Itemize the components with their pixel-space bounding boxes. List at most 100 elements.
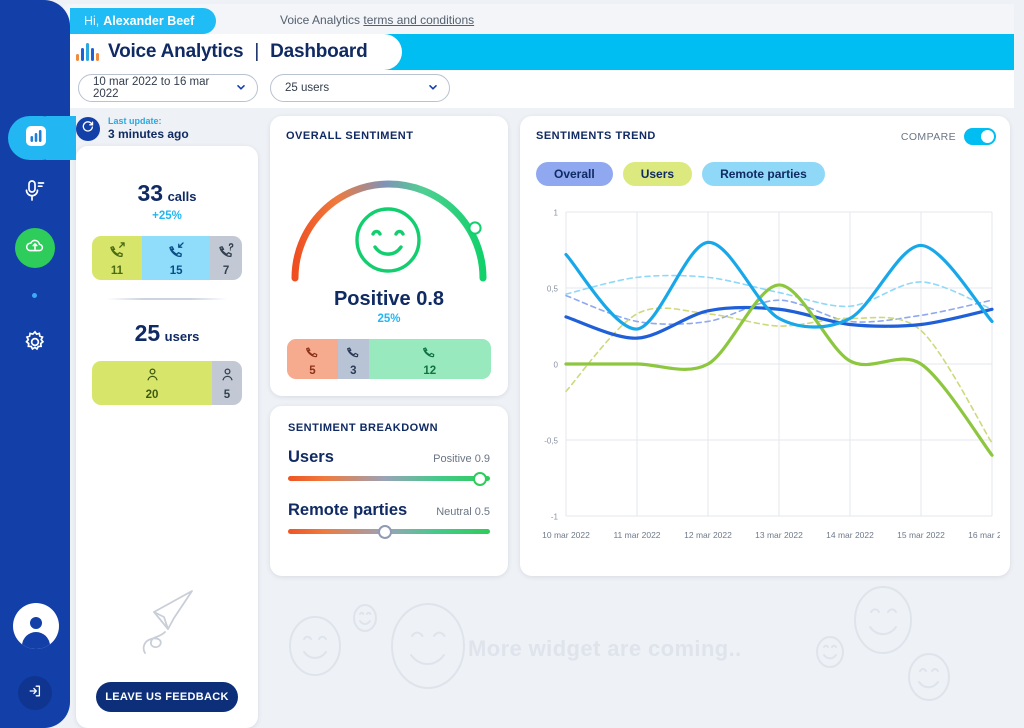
refresh-button[interactable]: [76, 117, 100, 142]
users-total: 25 users: [76, 320, 258, 347]
watermark-text: More widget are coming..: [468, 636, 742, 661]
sidebar-item-analytics[interactable]: [8, 116, 64, 160]
legend-pill-overall[interactable]: Overall: [536, 162, 613, 186]
leave-feedback-button[interactable]: LEAVE US FEEDBACK: [96, 682, 238, 712]
users-select-value: 25 users: [285, 82, 330, 94]
call-missed-icon: [217, 240, 236, 264]
scrollbar-track[interactable]: [1014, 4, 1024, 728]
calls-missed-value: 7: [222, 264, 230, 277]
sentiment-breakdown-card: SENTIMENT BREAKDOWN Users Positive 0.9 R…: [270, 406, 508, 576]
x-axis-tick-label: 10 mar 2022: [542, 530, 590, 540]
y-axis-tick-label: 0,5: [547, 285, 559, 294]
x-axis-tick-label: 16 mar 2022: [968, 530, 1000, 540]
top-bar: Hi, Alexander Beef Voice Analytics terms…: [62, 4, 1024, 34]
sidebar-item-recordings[interactable]: [0, 170, 70, 216]
last-update-value: 3 minutes ago: [108, 127, 189, 142]
users-segment-active[interactable]: 20: [92, 361, 212, 405]
x-axis-tick-label: 13 mar 2022: [755, 530, 803, 540]
user-icon: [144, 366, 161, 388]
calls-total: 33 calls: [76, 180, 258, 207]
users-unit: users: [164, 329, 200, 344]
smiley-outline-icon: [391, 603, 465, 689]
sentiment-calls-negative[interactable]: 5: [287, 339, 338, 379]
breakdown-row-remote-parties: Remote parties Neutral 0.5: [288, 501, 490, 539]
calls-number: 33: [137, 180, 164, 206]
calls-segment-bar: 11 15 7: [92, 236, 242, 280]
audio-bars-icon: [76, 43, 99, 61]
last-update-label: Last update:: [108, 116, 162, 126]
avatar-head: [30, 617, 42, 629]
sentiment-neutral-value: 3: [350, 364, 357, 377]
legend-pill-users[interactable]: Users: [622, 162, 693, 186]
users-segment-inactive[interactable]: 5: [212, 361, 242, 405]
last-update: Last update: 3 minutes ago: [76, 116, 189, 142]
overall-sentiment-card: OVERALL SENTIMENT Positive 0.8 25% 5 3 1…: [270, 116, 508, 396]
sentiment-calls-neutral[interactable]: 3: [338, 339, 369, 379]
calls-outgoing-value: 11: [110, 264, 124, 277]
logout-icon: [27, 683, 43, 704]
terms-prefix: Voice Analytics: [280, 13, 364, 27]
page-title: Dashboard: [270, 41, 368, 62]
users-segment-bar: 20 5: [92, 361, 242, 405]
legend-pill-remote-parties[interactable]: Remote parties: [702, 162, 825, 186]
sidebar-indicator-dot: [32, 293, 37, 298]
gauge-handle[interactable]: [467, 220, 483, 241]
bar-chart-icon: [25, 125, 47, 152]
calls-segment-outgoing[interactable]: 11: [92, 236, 142, 280]
sentiment-calls-positive[interactable]: 12: [368, 339, 491, 379]
terms-link[interactable]: terms and conditions: [363, 13, 474, 27]
call-icon: [304, 342, 321, 364]
avatar-body: [22, 632, 50, 649]
feedback-section: LEAVE US FEEDBACK: [76, 585, 258, 712]
x-axis-tick-label: 12 mar 2022: [684, 530, 732, 540]
breakdown-remote-label: Remote parties: [288, 501, 408, 519]
title-plate: Voice Analytics | Dashboard: [62, 34, 402, 70]
stats-divider: [107, 298, 227, 300]
breakdown-users-slider[interactable]: [288, 471, 490, 486]
x-axis-tick-label: 14 mar 2022: [826, 530, 874, 540]
smiley-outline-icon: [816, 636, 844, 668]
chevron-down-icon: [427, 81, 439, 96]
sentiment-negative-value: 5: [309, 364, 316, 377]
overall-sentiment-title: OVERALL SENTIMENT: [286, 130, 414, 142]
smiley-happy-icon: [344, 196, 432, 289]
breakdown-row-users: Users Positive 0.9: [288, 448, 490, 486]
sentiments-trend-card: SENTIMENTS TREND COMPARE Overall Users R…: [520, 116, 1016, 576]
y-axis-tick-label: 0: [554, 361, 559, 370]
sidebar: [0, 0, 76, 728]
app-name: Voice Analytics: [108, 41, 244, 62]
date-range-select[interactable]: 10 mar 2022 to 16 mar 2022: [78, 74, 258, 102]
users-select[interactable]: 25 users: [270, 74, 450, 102]
calls-unit: calls: [167, 189, 197, 204]
compare-toggle[interactable]: [964, 128, 996, 145]
paper-plane-icon: [124, 585, 210, 668]
sidebar-item-settings[interactable]: [0, 321, 70, 367]
calls-segment-incoming[interactable]: 15: [142, 236, 211, 280]
coming-soon-watermark: More widget are coming..: [260, 578, 1020, 728]
sentiment-calls-bar: 5 3 12: [287, 339, 491, 379]
sidebar-item-upload[interactable]: [15, 228, 55, 268]
breakdown-remote-slider[interactable]: [288, 524, 490, 539]
app-root: Hi, Alexander Beef Voice Analytics terms…: [0, 0, 1024, 728]
logout-button[interactable]: [18, 676, 52, 710]
cloud-upload-icon: [24, 235, 46, 262]
user-icon: [219, 366, 236, 388]
y-axis-tick-label: -0,5: [544, 437, 558, 446]
smiley-outline-icon: [854, 586, 912, 654]
breakdown-remote-knob[interactable]: [377, 524, 392, 539]
terms-and-conditions[interactable]: Voice Analytics terms and conditions: [280, 13, 474, 27]
x-axis-tick-label: 11 mar 2022: [613, 530, 660, 540]
call-icon: [421, 342, 438, 364]
y-axis-tick-label: -1: [551, 513, 559, 522]
avatar[interactable]: [13, 603, 59, 649]
call-icon: [345, 342, 362, 364]
overall-sentiment-score: Positive 0.8: [333, 288, 445, 310]
microphone-icon: [22, 178, 48, 209]
content-area: Last update: 3 minutes ago 33 calls +25%: [62, 108, 1024, 728]
breakdown-users-label: Users: [288, 448, 334, 466]
title-separator: |: [254, 41, 260, 62]
breakdown-users-knob[interactable]: [472, 471, 487, 486]
calls-segment-missed[interactable]: 7: [210, 236, 242, 280]
gear-icon: [22, 329, 48, 360]
breakdown-remote-value: Neutral 0.5: [436, 506, 490, 518]
